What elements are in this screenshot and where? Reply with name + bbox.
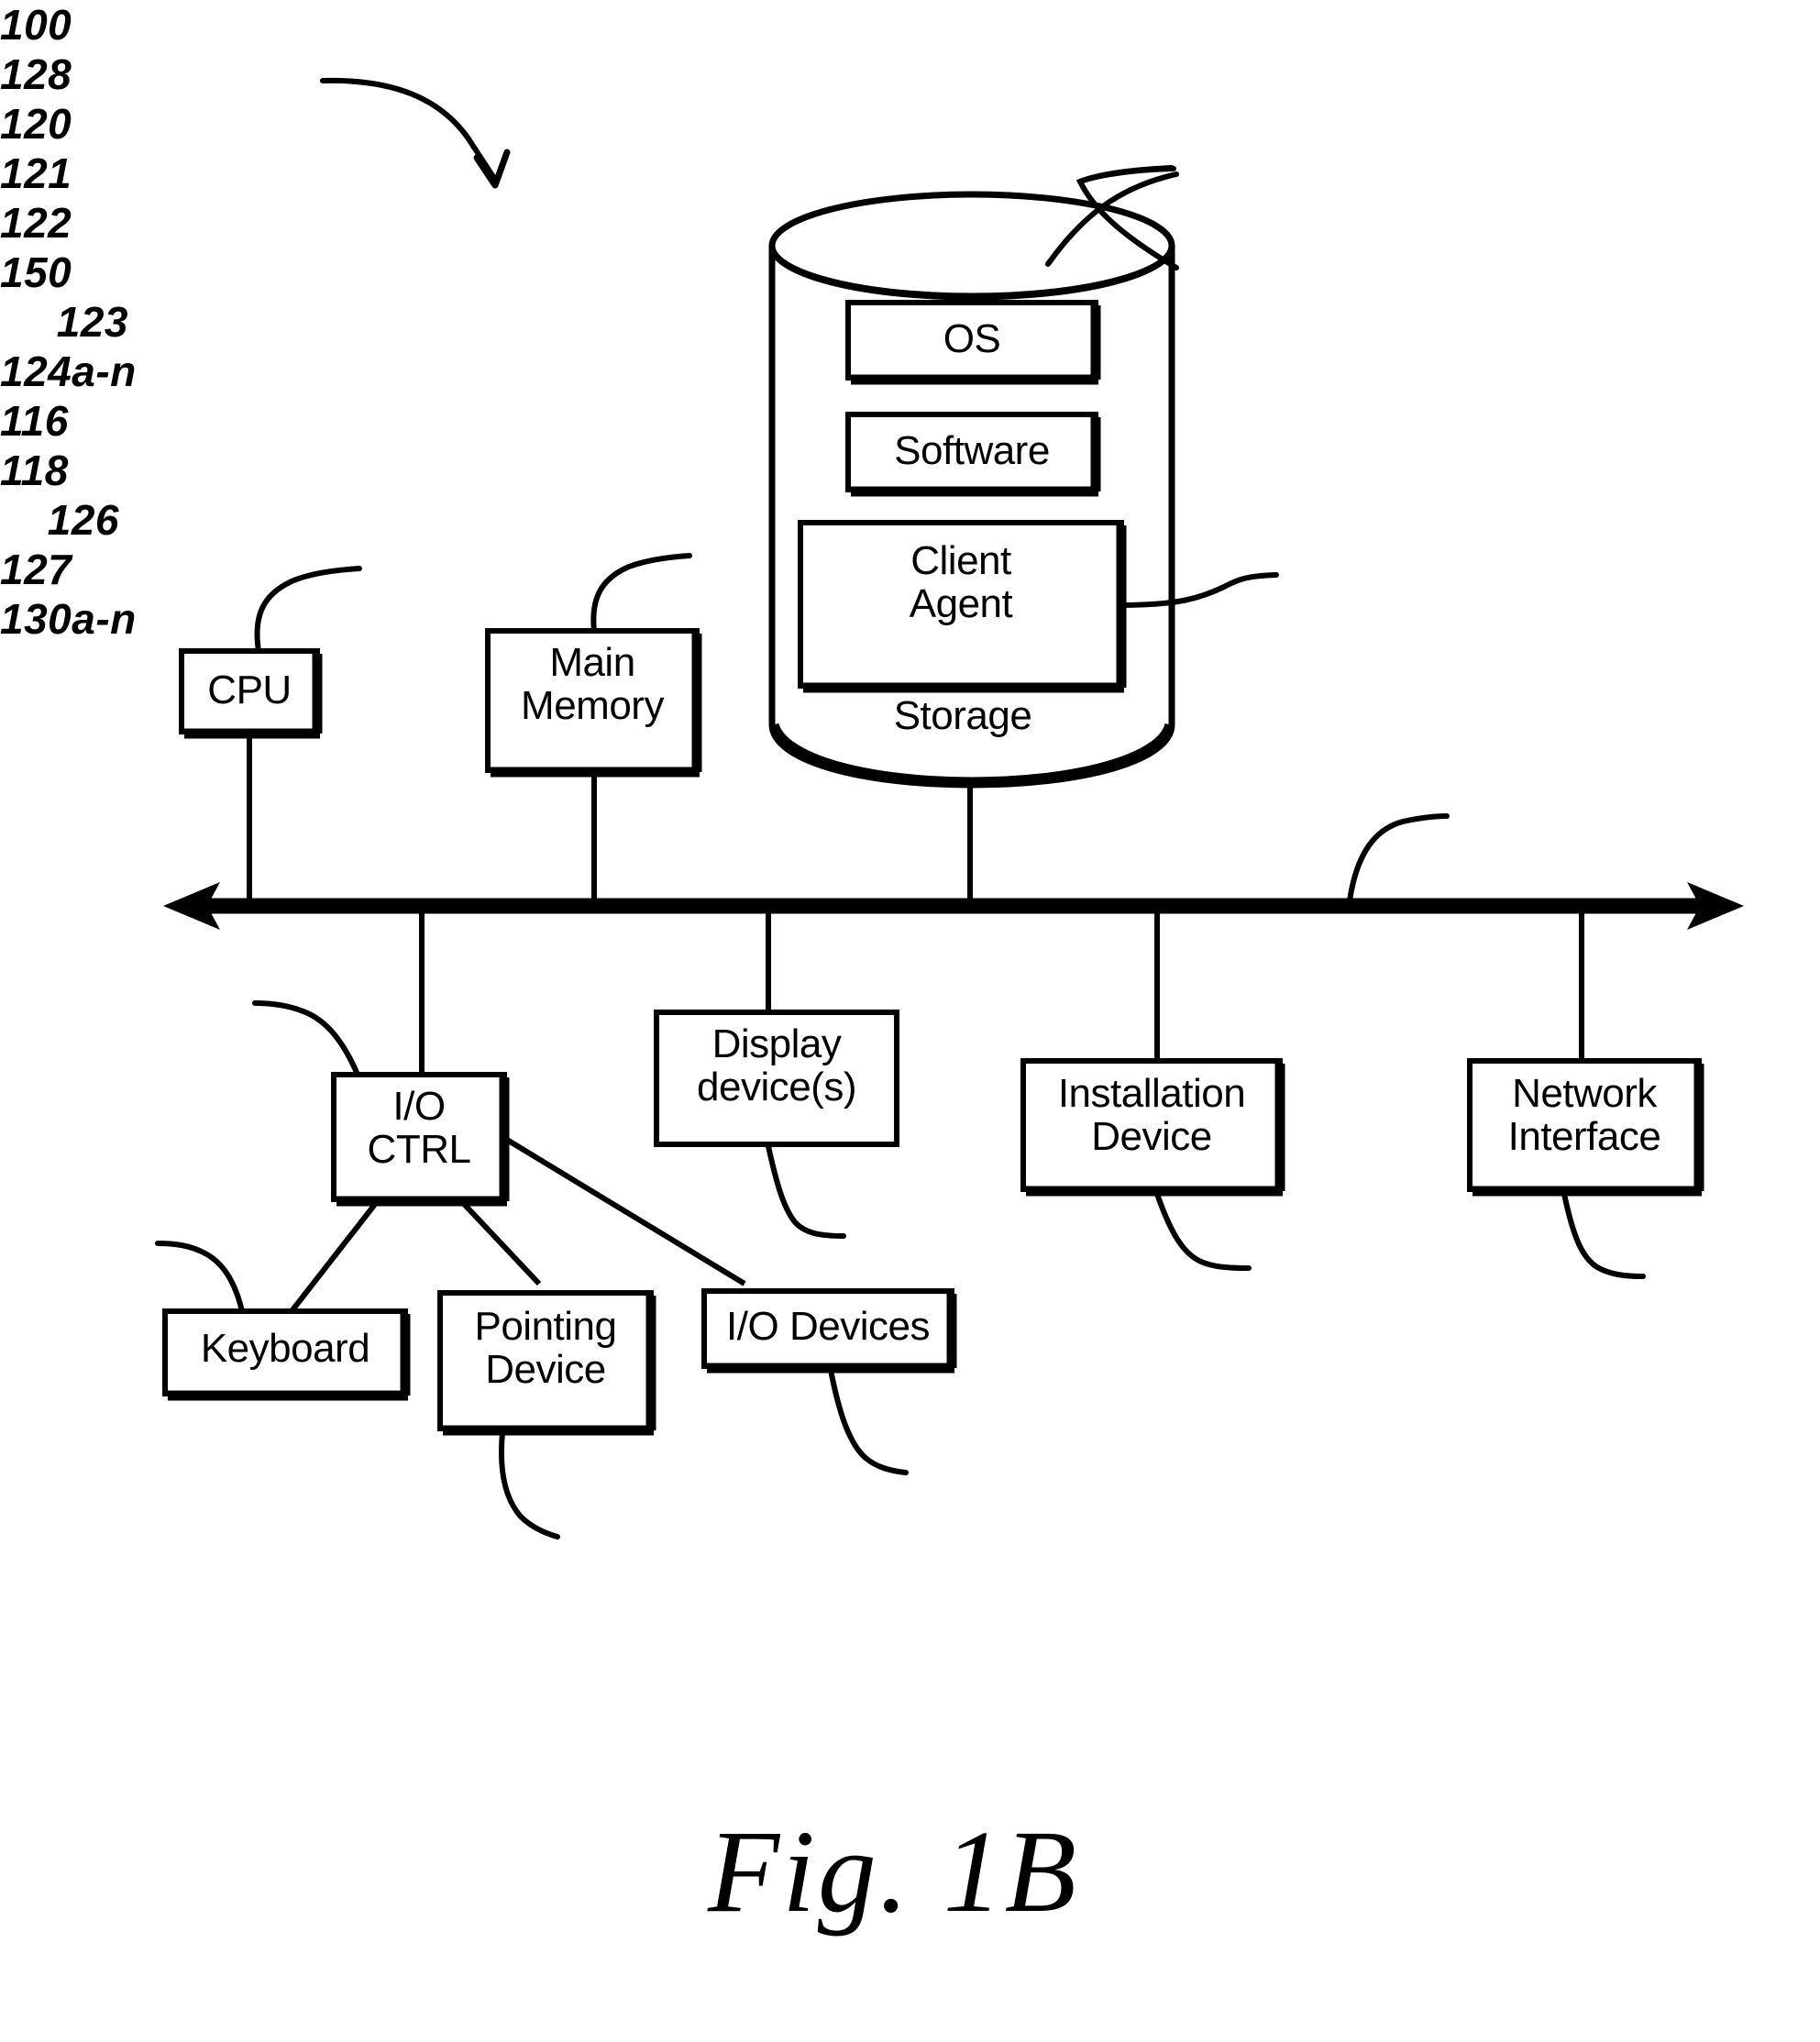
display-devices-ref-leader bbox=[766, 1143, 846, 1239]
keyboard-label: Keyboard bbox=[200, 1326, 370, 1371]
display-devices-label: Display device(s) bbox=[697, 1021, 857, 1109]
network-interface-label: Network Interface bbox=[1507, 1071, 1661, 1159]
os-label: OS bbox=[943, 316, 1001, 361]
main-memory-label: Main Memory bbox=[521, 640, 664, 728]
io-devices-ref-leader bbox=[828, 1367, 909, 1475]
storage-label: Storage bbox=[893, 693, 1032, 738]
software-label: Software bbox=[894, 428, 1050, 473]
pointing-device-ref-leader bbox=[499, 1429, 560, 1540]
io-ctrl-keyboard-leg bbox=[289, 1201, 379, 1313]
figure-caption: Fig. 1B bbox=[708, 1806, 1079, 1937]
installation-device-ref-leader bbox=[1154, 1191, 1252, 1271]
io-ctrl-label: I/O CTRL bbox=[367, 1084, 471, 1172]
pointing-device-label: Pointing Device bbox=[474, 1304, 617, 1392]
client-agent-label: Client Agent bbox=[909, 538, 1013, 626]
network-interface-ref-leader bbox=[1561, 1191, 1646, 1279]
keyboard-ref-leader bbox=[155, 1241, 245, 1314]
io-ctrl-iodevices-leg bbox=[501, 1134, 746, 1286]
installation-device-label: Installation Device bbox=[1057, 1071, 1246, 1159]
bus-ref-leader bbox=[1347, 813, 1450, 903]
system-bus bbox=[163, 882, 1744, 930]
io-devices-label: I/O Devices bbox=[726, 1304, 930, 1349]
figure-linework bbox=[155, 77, 1744, 1540]
cpu-ref-leader bbox=[254, 566, 362, 654]
main-memory-ref-leader bbox=[590, 553, 692, 634]
patent-figure-1b: 100 OS Software Client Agent Storage 128… bbox=[0, 0, 1820, 2042]
system-leader-arrow bbox=[320, 77, 511, 189]
io-ctrl-ref-leader bbox=[252, 1000, 360, 1077]
cpu-label: CPU bbox=[207, 668, 292, 712]
io-ctrl-pointing-leg bbox=[460, 1200, 542, 1286]
